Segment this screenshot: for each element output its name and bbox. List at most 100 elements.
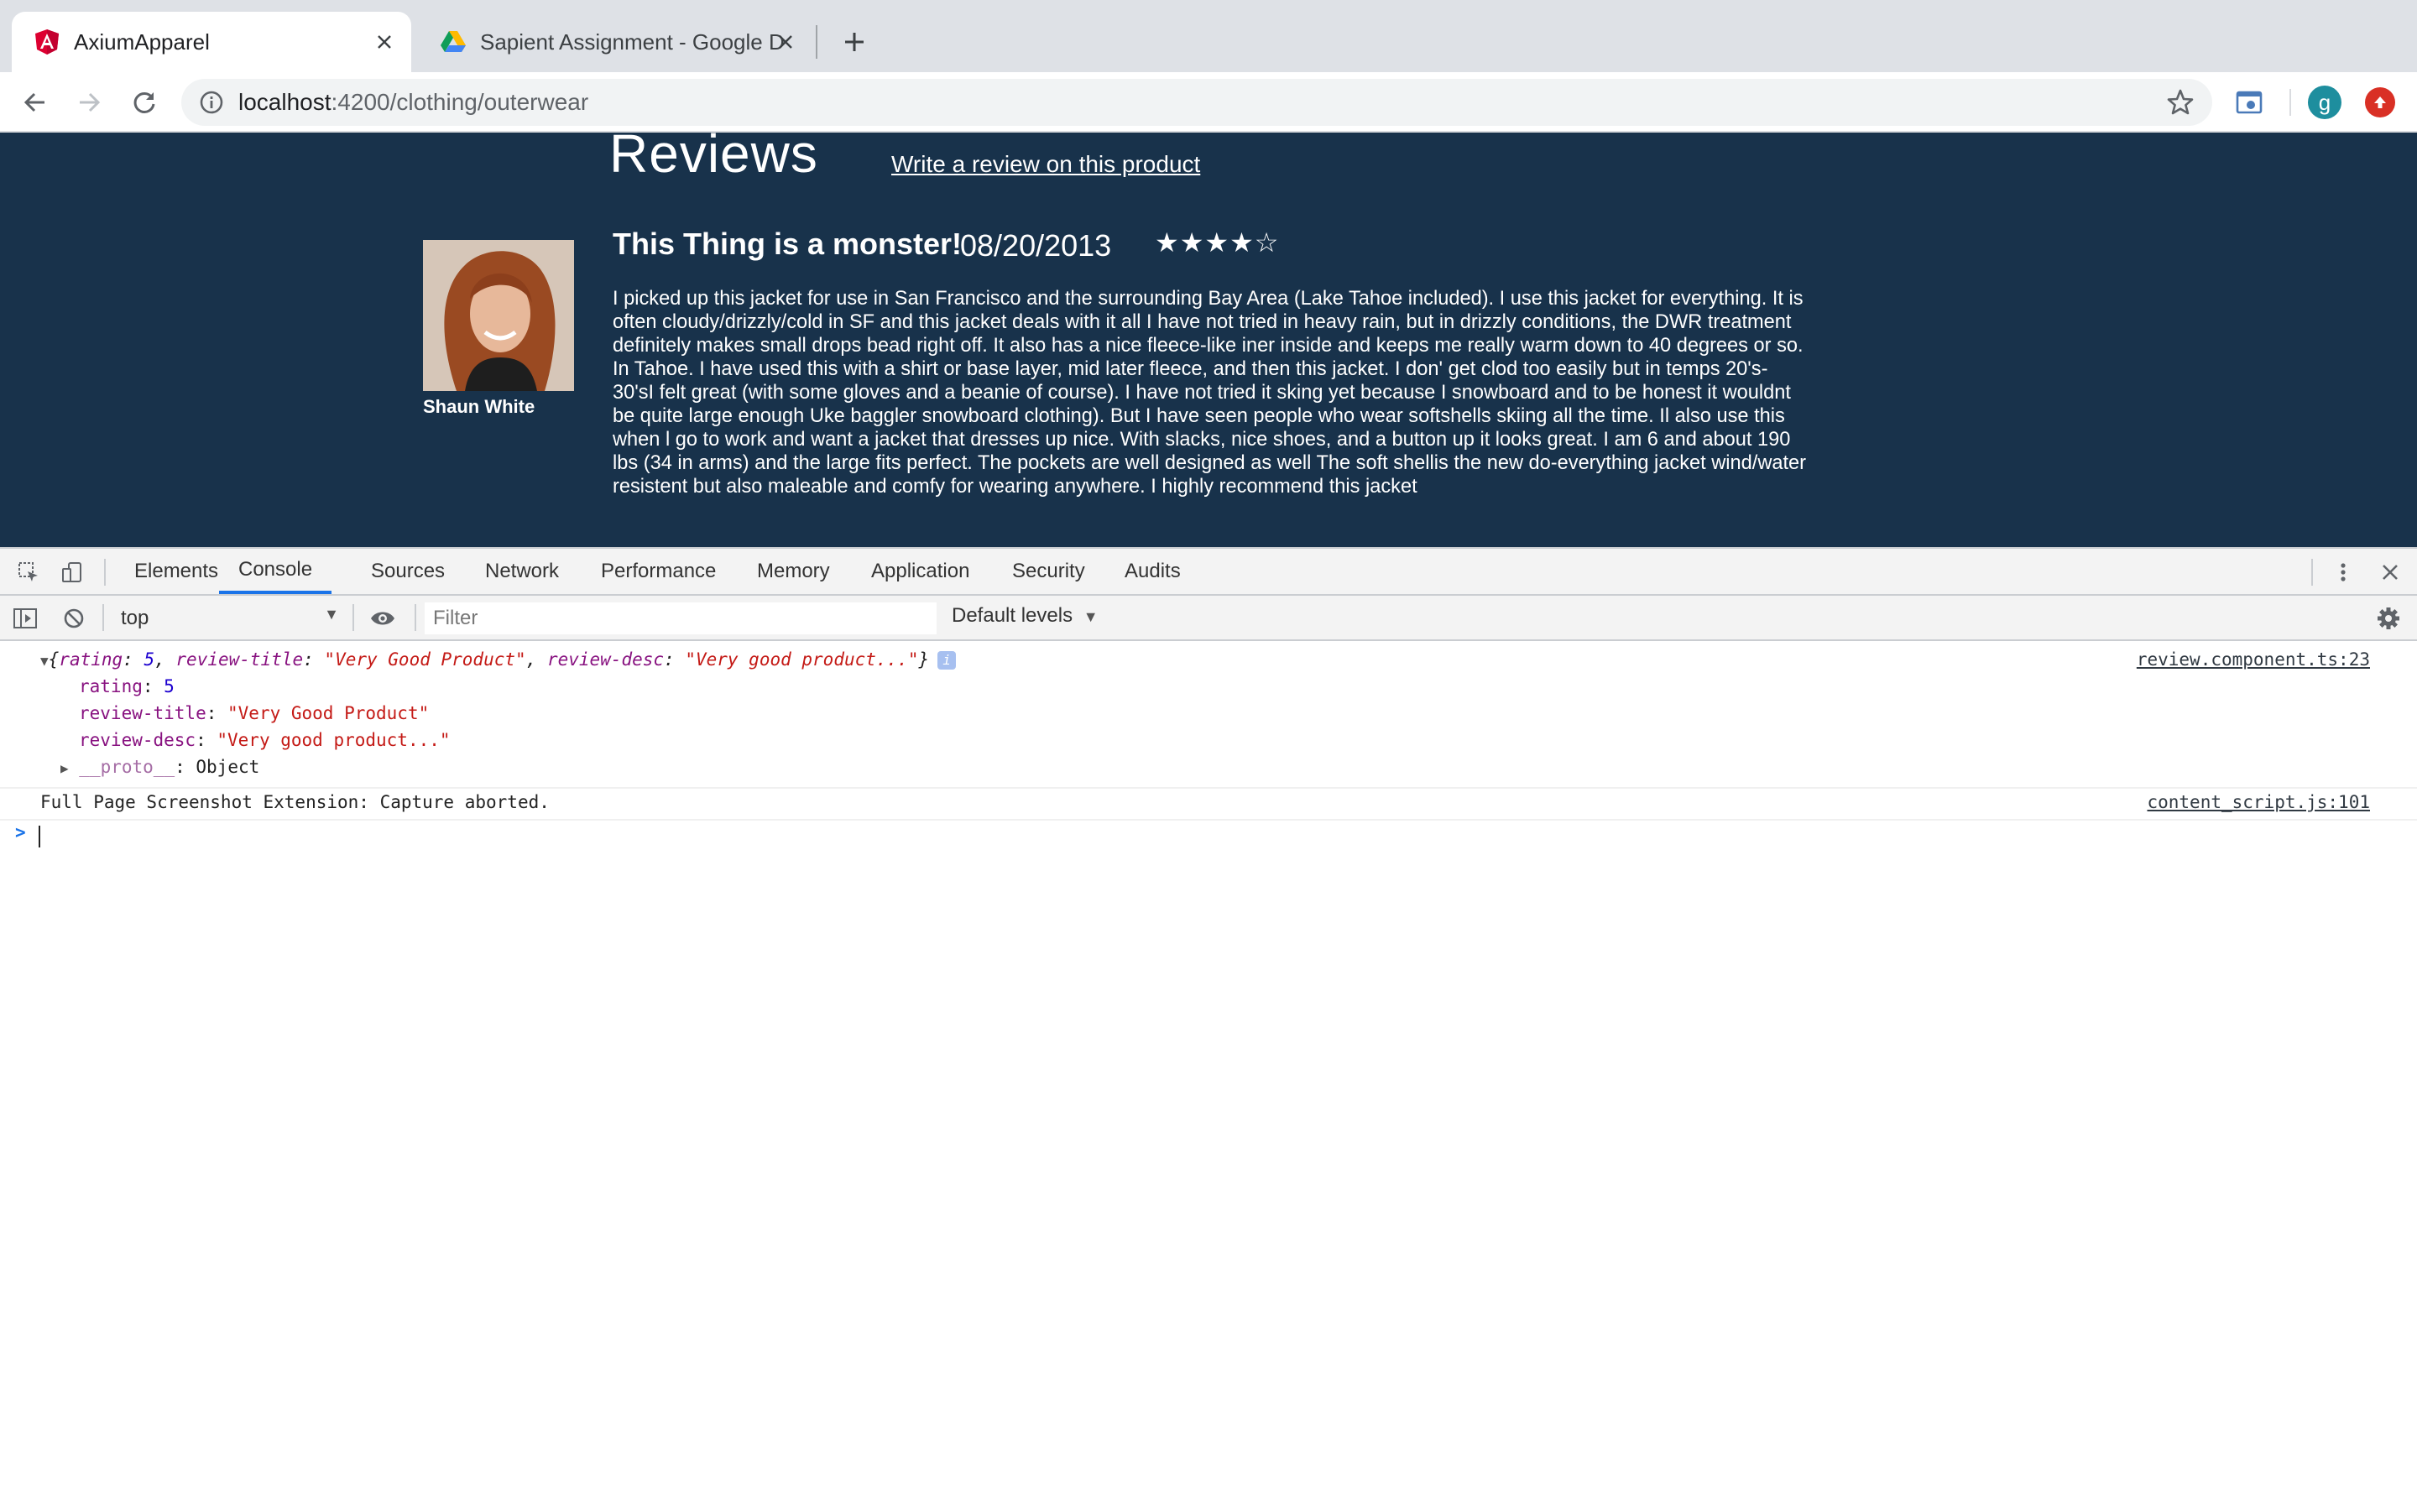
console-settings-gear-icon[interactable] (2373, 603, 2404, 633)
reviews-heading: Reviews (609, 133, 818, 184)
more-options-icon[interactable] (2328, 557, 2358, 587)
expand-triangle-icon[interactable]: ▶ (60, 760, 69, 776)
url-text: localhost:4200/clothing/outerwear (238, 89, 588, 116)
reviewer-avatar-photo (423, 240, 574, 391)
source-link[interactable]: content_script.js:101 (2147, 792, 2370, 812)
proto-key: __proto__ (79, 757, 175, 777)
tab-title: Sapient Assignment - Google D (480, 29, 785, 55)
tab-application[interactable]: Application (871, 549, 969, 594)
reload-icon (133, 91, 155, 113)
summary-value: "Very Good Product" (324, 649, 526, 670)
url-path: :4200/clothing/outerwear (331, 89, 589, 115)
tab-sources[interactable]: Sources (371, 549, 445, 594)
avatar: g (2308, 86, 2341, 119)
tab-title: AxiumApparel (74, 29, 210, 55)
console-object-summary[interactable]: ▼{rating: 5, review-title: "Very Good Pr… (40, 649, 957, 670)
browser-tab-strip: AxiumApparel Sapient Assignment - Google… (0, 0, 2417, 72)
console-filter-bar: top ▼ Default levels ▼ (0, 596, 2417, 641)
console-prop-row: review-desc: "Very good product..." (79, 730, 451, 750)
tab-network[interactable]: Network (485, 549, 559, 594)
log-levels-label: Default levels (952, 604, 1073, 627)
screenshot-extension-button[interactable] (2231, 84, 2268, 121)
info-badge-icon[interactable]: i (937, 651, 957, 670)
review-date: 08/20/2013 (960, 228, 1112, 263)
plus-icon (845, 33, 864, 51)
page-viewport: Reviews Write a review on this product S… (0, 133, 2417, 547)
tab-sapient-assignment[interactable]: Sapient Assignment - Google D (418, 12, 812, 72)
prop-key: review-title (79, 703, 206, 723)
context-selector[interactable]: top ▼ (121, 604, 339, 633)
update-button[interactable] (2362, 84, 2399, 121)
summary-key: rating (59, 649, 123, 670)
filterbar-divider (415, 604, 416, 631)
browser-toolbar: localhost:4200/clothing/outerwear g (0, 72, 2417, 133)
filterbar-divider (102, 604, 104, 631)
address-bar[interactable]: localhost:4200/clothing/outerwear (181, 79, 2212, 126)
arrow-right-icon (80, 92, 101, 112)
close-tab-icon[interactable] (770, 27, 801, 57)
console-input-caret[interactable] (39, 826, 40, 847)
summary-value: 5 (144, 649, 155, 670)
console-proto-row[interactable]: ▶ __proto__: Object (60, 757, 259, 777)
tab-audits[interactable]: Audits (1125, 549, 1181, 594)
eye-icon[interactable] (368, 603, 398, 633)
devtools-divider (2311, 559, 2313, 586)
star-rating: ★★★★☆ (1155, 227, 1280, 258)
google-drive-icon (440, 29, 467, 55)
summary-key: review-desc (546, 649, 665, 670)
context-value: top (121, 607, 149, 629)
summary-key: review-title (175, 649, 304, 670)
devtools-tab-bar: Elements Console Sources Network Perform… (0, 549, 2417, 596)
close-tab-icon[interactable] (369, 27, 399, 57)
tab-axiumapparel[interactable]: AxiumApparel (12, 12, 411, 72)
summary-value: "Very good product..." (685, 649, 919, 670)
tab-console[interactable]: Console (219, 549, 332, 594)
tab-performance[interactable]: Performance (601, 549, 716, 594)
profile-button[interactable]: g (2306, 84, 2343, 121)
dropdown-arrow-icon: ▼ (324, 606, 339, 623)
message-divider (0, 787, 2417, 789)
devtools-divider (104, 559, 106, 586)
write-review-link[interactable]: Write a review on this product (891, 151, 1200, 178)
devtools-panel: Elements Console Sources Network Perform… (0, 547, 2417, 1510)
source-link[interactable]: review.component.ts:23 (2137, 649, 2370, 670)
console-prop-row: rating: 5 (79, 676, 175, 696)
prop-value: "Very Good Product" (227, 703, 430, 723)
console-log-message: Full Page Screenshot Extension: Capture … (40, 792, 550, 812)
forward-button[interactable] (70, 84, 107, 121)
bookmark-star-icon[interactable] (2165, 87, 2195, 117)
toolbar-divider (2289, 89, 2291, 116)
sidebar-toggle-icon[interactable] (10, 603, 40, 633)
filter-input[interactable] (425, 602, 937, 634)
camera-window-icon (2236, 91, 2263, 114)
prop-key: rating (79, 676, 143, 696)
prop-value: 5 (164, 676, 175, 696)
tab-security[interactable]: Security (1012, 549, 1085, 594)
tab-elements[interactable]: Elements (134, 549, 218, 594)
console-output: ▼{rating: 5, review-title: "Very Good Pr… (0, 641, 2417, 1512)
review-title: This Thing is a monster! (613, 227, 963, 261)
back-button[interactable] (17, 84, 54, 121)
tab-divider (816, 25, 817, 59)
url-host: localhost (238, 89, 331, 115)
prop-value: "Very good product..." (217, 730, 451, 750)
expand-triangle-icon[interactable]: ▼ (40, 653, 49, 669)
device-toolbar-icon[interactable] (57, 557, 87, 587)
object-brace: { (48, 649, 60, 670)
inspect-element-icon[interactable] (13, 557, 44, 587)
info-icon[interactable] (198, 89, 225, 116)
reload-button[interactable] (126, 84, 163, 121)
angular-icon (34, 29, 60, 55)
console-prop-row: review-title: "Very Good Product" (79, 703, 430, 723)
dropdown-arrow-icon: ▼ (1083, 608, 1099, 625)
close-devtools-icon[interactable] (2375, 557, 2405, 587)
log-levels-dropdown[interactable]: Default levels ▼ (952, 604, 1099, 628)
message-divider (0, 819, 2417, 821)
tab-memory[interactable]: Memory (757, 549, 830, 594)
reviewer-name: Shaun White (423, 396, 535, 417)
filterbar-divider (352, 604, 354, 631)
clear-console-icon[interactable] (59, 603, 89, 633)
review-body: I picked up this jacket for use in San F… (613, 288, 1807, 498)
console-prompt-icon: > (15, 822, 26, 842)
new-tab-button[interactable] (836, 23, 873, 60)
